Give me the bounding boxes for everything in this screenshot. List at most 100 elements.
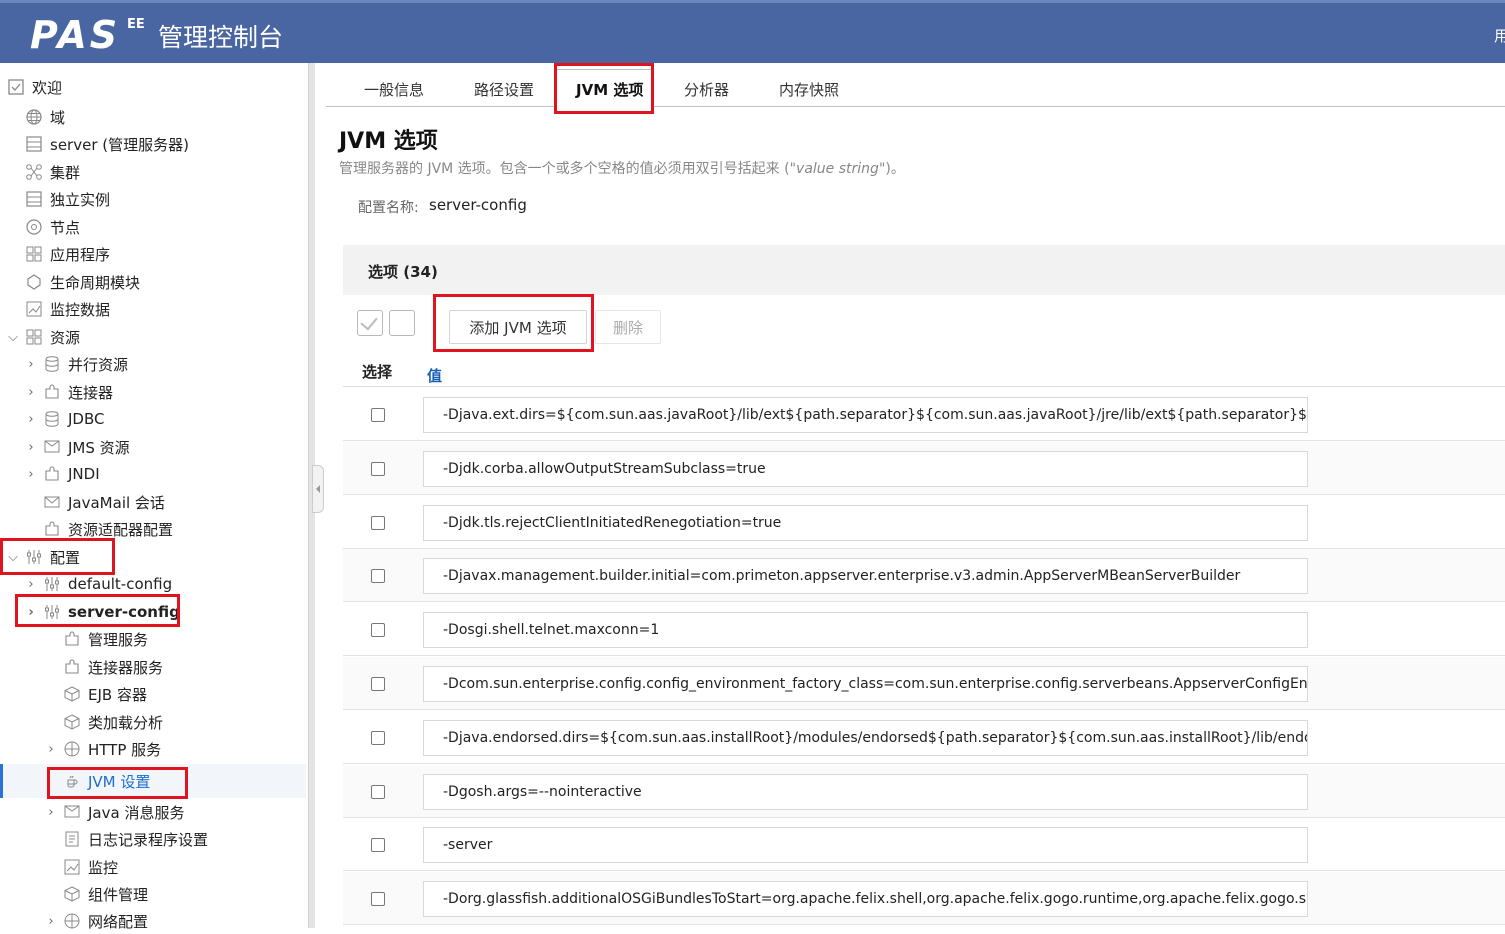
tree-welcome[interactable]: 欢迎 [6,74,62,100]
chevron-right-icon[interactable]: › [44,914,58,929]
tree-jndi[interactable]: › JNDI [24,461,99,487]
tree-jdbc[interactable]: › JDBC [24,406,104,432]
tree-item-label: JVM 设置 [88,772,151,791]
sliders-icon [42,603,62,621]
chevron-down-icon[interactable]: ⌵ [6,550,20,565]
chevron-right-icon[interactable]: › [24,467,38,482]
option-value-field[interactable]: -Djdk.corba.allowOutputStreamSubclass=tr… [423,450,1308,487]
chevron-right-icon[interactable]: › [24,412,38,427]
option-value-field[interactable]: -Dorg.glassfish.additionalOSGiBundlesToS… [423,881,1308,918]
row-checkbox[interactable] [371,838,385,853]
jvm-options-table: 选项 (34) 添加 JVM 选项 删除 选择 值 -Djava.ext.dir… [343,245,1505,928]
tree-javamail[interactable]: JavaMail 会话 [42,489,165,515]
column-select: 选择 [362,363,393,381]
tree-server-config[interactable]: › server-config [24,599,180,625]
tree-classloading-analysis[interactable]: 类加载分析 [62,709,163,735]
tree-item-label: 配置 [50,548,81,567]
console-title: 管理控制台 [158,23,284,52]
web-icon [62,912,82,930]
chevron-right-icon[interactable]: › [44,742,58,757]
description-emphasis: value string [796,161,879,177]
chevron-right-icon[interactable]: › [24,385,38,400]
tab-path-settings[interactable]: 路径设置 [474,79,534,100]
tree-applications[interactable]: 应用程序 [24,241,110,267]
product-logo: PAS [30,13,121,57]
chevron-right-icon[interactable]: › [44,805,58,820]
tree-configurations[interactable]: ⌵ 配置 [6,544,80,570]
row-checkbox[interactable] [371,784,385,799]
user-menu[interactable]: 用 [1494,25,1505,46]
tree-connectors[interactable]: › 连接器 [24,379,113,405]
chevron-right-icon[interactable]: › [24,440,38,455]
tree-item-label: JDBC [68,410,105,428]
delete-button[interactable]: 删除 [595,310,661,344]
tree-monitoring-data[interactable]: 监控数据 [24,296,110,322]
tab-profiler[interactable]: 分析器 [684,79,729,100]
option-value-field[interactable]: -Dcom.sun.enterprise.config.config_envir… [423,666,1308,702]
tree-clusters[interactable]: 集群 [24,159,80,185]
option-value-field[interactable]: -Djdk.tls.rejectClientInitiatedRenegotia… [423,504,1308,541]
tree-http-service[interactable]: › HTTP 服务 [44,736,161,762]
row-checkbox[interactable] [371,892,385,907]
row-checkbox[interactable] [371,623,385,638]
config-name-value: server-config [429,196,527,214]
tree-default-config[interactable]: › default-config [24,571,172,597]
tree-ejb-container[interactable]: EJB 容器 [62,681,147,707]
row-checkbox[interactable] [371,408,385,422]
tree-item-label: 监控数据 [50,300,111,319]
add-jvm-option-button[interactable]: 添加 JVM 选项 [449,310,587,344]
tab-jvm-options[interactable]: JVM 选项 [576,79,643,100]
page-title: JVM 选项 [339,129,438,154]
tree-admin-service[interactable]: 管理服务 [62,626,148,652]
tree-jvm-settings[interactable]: JVM 设置 [62,768,150,794]
row-checkbox[interactable] [371,461,385,476]
row-checkbox[interactable] [371,730,385,745]
tab-memory-snapshot[interactable]: 内存快照 [779,79,839,100]
tree-network-config[interactable]: › 网络配置 [44,908,148,934]
tree-component-management[interactable]: 组件管理 [62,881,148,907]
tree-item-label: 连接器 [68,383,114,402]
tree-item-label: 连接器服务 [88,658,164,677]
option-value-field[interactable]: -Djavax.management.builder.initial=com.p… [423,558,1308,595]
selected-row-highlight [0,764,306,798]
tree-item-label: JMS 资源 [68,438,130,457]
row-checkbox[interactable] [371,569,385,584]
select-all-icon[interactable] [357,310,383,336]
tree-server[interactable]: server (管理服务器) [24,131,189,157]
tab-general[interactable]: 一般信息 [364,79,424,100]
tree-concurrent-resources[interactable]: › 并行资源 [24,351,128,377]
tree-standalone-instances[interactable]: 独立实例 [24,186,110,212]
collapse-sidebar-handle[interactable] [312,465,324,513]
chevron-right-icon[interactable]: › [24,605,38,620]
db-icon [42,355,62,373]
tree-nodes[interactable]: 节点 [24,214,80,240]
option-value-field[interactable]: -Dgosh.args=--nointeractive [423,773,1308,810]
tree-connector-service[interactable]: 连接器服务 [62,654,163,680]
option-value-field[interactable]: -Djava.endorsed.dirs=${com.sun.aas.insta… [423,719,1308,756]
app-header: PAS EE 管理控制台 用 [0,0,1505,63]
server-icon [24,190,44,208]
tree-logger-settings[interactable]: 日志记录程序设置 [62,826,208,852]
chevron-right-icon[interactable]: › [24,357,38,372]
option-value-field[interactable]: -Dosgi.shell.telnet.maxconn=1 [423,612,1308,649]
tree-java-message-service[interactable]: › Java 消息服务 [44,799,184,825]
chevron-right-icon[interactable]: › [24,577,38,592]
tree-monitoring[interactable]: 监控 [62,854,118,880]
deselect-all-icon[interactable] [389,310,415,336]
option-value-field[interactable]: -server [423,827,1308,864]
tree-jms-resources[interactable]: › JMS 资源 [24,434,130,460]
tree-resource-adapter-configs[interactable]: 资源适配器配置 [42,516,173,542]
tree-item-label: 集群 [50,163,81,182]
chevron-down-icon[interactable]: ⌵ [6,330,20,345]
column-value[interactable]: 值 [427,365,442,386]
option-value-field[interactable]: -Djava.ext.dirs=${com.sun.aas.javaRoot}/… [423,397,1308,433]
tree-item-label: 并行资源 [68,355,129,374]
tree-lifecycle-modules[interactable]: 生命周期模块 [24,269,140,295]
tree-domain[interactable]: 域 [24,104,65,130]
row-checkbox[interactable] [371,515,385,530]
checklist-icon [6,78,26,96]
tree-resources[interactable]: ⌵ 资源 [6,324,80,350]
row-checkbox[interactable] [371,677,385,691]
tree-item-label: 网络配置 [88,912,149,931]
msg-icon [62,803,82,821]
